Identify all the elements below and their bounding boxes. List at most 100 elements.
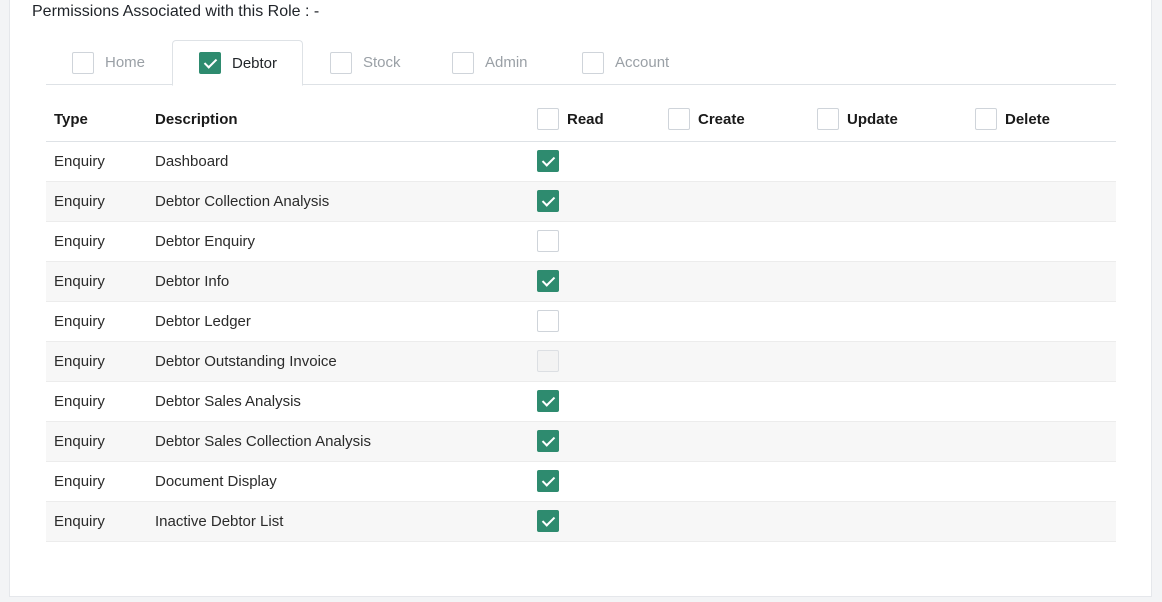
read-permission-checkbox[interactable] <box>537 430 559 452</box>
read-permission-checkbox[interactable] <box>537 310 559 332</box>
header-create-label: Create <box>698 110 745 128</box>
read-permission-checkbox[interactable] <box>537 470 559 492</box>
tab-admin-label: Admin <box>485 54 528 71</box>
cell-type: Enquiry <box>46 341 155 382</box>
cell-update <box>817 381 975 422</box>
cell-type: Enquiry <box>46 501 155 542</box>
table-row: Enquiry Debtor Sales Analysis <box>46 381 1116 422</box>
cell-description: Debtor Sales Collection Analysis <box>155 421 537 462</box>
tab-stock[interactable]: Stock <box>330 40 440 85</box>
tab-home-checkbox[interactable] <box>72 51 94 74</box>
cell-type: Enquiry <box>46 461 155 502</box>
read-permission-checkbox[interactable] <box>537 510 559 532</box>
cell-create <box>668 181 817 222</box>
tab-debtor-checkbox[interactable] <box>199 52 221 74</box>
cell-type: Enquiry <box>46 421 155 462</box>
cell-description: Debtor Sales Analysis <box>155 381 537 422</box>
select-all-delete-checkbox[interactable] <box>975 108 997 131</box>
cell-read <box>537 221 668 262</box>
read-permission-checkbox[interactable] <box>537 390 559 412</box>
table-header-row: Type Description Read Create Update Dele… <box>46 98 1116 142</box>
select-all-update-checkbox[interactable] <box>817 108 839 131</box>
table-row: Enquiry Debtor Sales Collection Analysis <box>46 421 1116 462</box>
table-row: Enquiry Debtor Collection Analysis <box>46 181 1116 222</box>
cell-create <box>668 141 817 182</box>
tab-home[interactable]: Home <box>46 40 172 85</box>
cell-delete <box>975 341 1116 382</box>
table-row: Enquiry Inactive Debtor List <box>46 501 1116 542</box>
cell-update <box>817 461 975 502</box>
cell-description: Debtor Ledger <box>155 301 537 342</box>
cell-delete <box>975 461 1116 502</box>
permissions-table: Type Description Read Create Update Dele… <box>46 98 1116 542</box>
tab-admin-checkbox[interactable] <box>452 51 474 74</box>
tab-account[interactable]: Account <box>582 40 712 85</box>
cell-type: Enquiry <box>46 181 155 222</box>
cell-read <box>537 181 668 222</box>
header-delete: Delete <box>975 98 1116 142</box>
cell-create <box>668 381 817 422</box>
table-row: Enquiry Document Display <box>46 461 1116 502</box>
tab-stock-checkbox[interactable] <box>330 51 352 74</box>
cell-delete <box>975 221 1116 262</box>
header-delete-label: Delete <box>1005 110 1051 128</box>
cell-update <box>817 341 975 382</box>
tab-admin[interactable]: Admin <box>452 40 562 85</box>
cell-type: Enquiry <box>46 261 155 302</box>
select-all-read-checkbox[interactable] <box>537 108 559 131</box>
permissions-table-body: Enquiry Dashboard Enquiry Debtor Collection… <box>46 141 1116 542</box>
read-permission-checkbox[interactable] <box>537 190 559 212</box>
cell-delete <box>975 301 1116 342</box>
tab-account-checkbox[interactable] <box>582 51 604 74</box>
cell-description: Debtor Outstanding Invoice <box>155 341 537 382</box>
read-permission-checkbox[interactable] <box>537 270 559 292</box>
cell-delete <box>975 421 1116 462</box>
cell-type: Enquiry <box>46 381 155 422</box>
header-type: Type <box>46 98 155 142</box>
cell-read <box>537 141 668 182</box>
module-tabs: Home Debtor Stock Admin Account <box>46 40 1116 86</box>
read-permission-checkbox[interactable] <box>537 150 559 172</box>
cell-read <box>537 301 668 342</box>
header-update: Update <box>817 98 975 142</box>
header-description: Description <box>155 98 537 142</box>
cell-description: Debtor Info <box>155 261 537 302</box>
cell-type: Enquiry <box>46 301 155 342</box>
header-read: Read <box>537 98 668 142</box>
cell-delete <box>975 141 1116 182</box>
cell-update <box>817 261 975 302</box>
cell-create <box>668 221 817 262</box>
table-row: Enquiry Debtor Enquiry <box>46 221 1116 262</box>
tab-home-label: Home <box>105 54 146 71</box>
permissions-panel: Permissions Associated with this Role : … <box>9 0 1152 597</box>
cell-description: Dashboard <box>155 141 537 182</box>
cell-description: Debtor Enquiry <box>155 221 537 262</box>
cell-delete <box>975 261 1116 302</box>
tab-account-label: Account <box>615 54 670 71</box>
cell-create <box>668 341 817 382</box>
cell-create <box>668 261 817 302</box>
tab-debtor[interactable]: Debtor <box>172 40 303 86</box>
cell-create <box>668 461 817 502</box>
table-row: Enquiry Dashboard <box>46 141 1116 182</box>
cell-type: Enquiry <box>46 221 155 262</box>
cell-read <box>537 261 668 302</box>
cell-read <box>537 341 668 382</box>
section-title: Permissions Associated with this Role : … <box>32 3 320 20</box>
cell-description: Document Display <box>155 461 537 502</box>
header-create: Create <box>668 98 817 142</box>
table-row: Enquiry Debtor Info <box>46 261 1116 302</box>
cell-delete <box>975 381 1116 422</box>
cell-description: Inactive Debtor List <box>155 501 537 542</box>
cell-update <box>817 501 975 542</box>
read-permission-checkbox[interactable] <box>537 230 559 252</box>
cell-read <box>537 461 668 502</box>
read-permission-checkbox <box>537 350 559 372</box>
header-update-label: Update <box>847 110 898 128</box>
table-row: Enquiry Debtor Ledger <box>46 301 1116 342</box>
header-read-label: Read <box>567 110 604 128</box>
cell-create <box>668 421 817 462</box>
select-all-create-checkbox[interactable] <box>668 108 690 131</box>
cell-update <box>817 221 975 262</box>
cell-update <box>817 181 975 222</box>
